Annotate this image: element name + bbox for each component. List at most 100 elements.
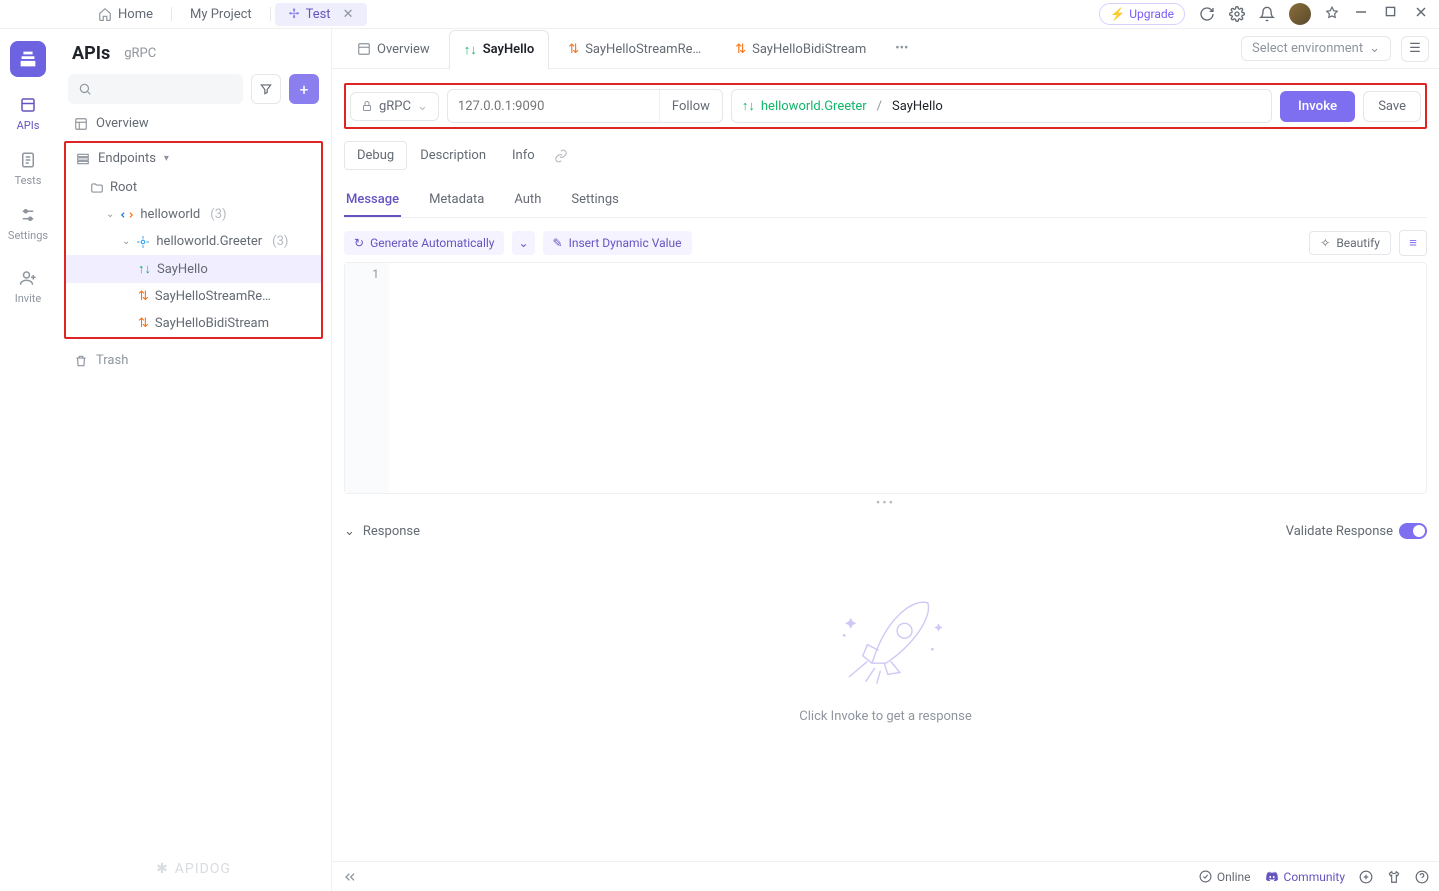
method-field[interactable]: ↑↓ helloworld.Greeter / SayHello xyxy=(731,89,1272,123)
tab-sayhellostream-label: SayHelloStreamRe… xyxy=(585,42,701,57)
overview-icon xyxy=(357,42,371,56)
tab-sayhello-label: SayHello xyxy=(483,42,535,57)
url-input[interactable] xyxy=(448,99,659,114)
subtab-settings[interactable]: Settings xyxy=(569,184,620,217)
refresh-icon[interactable] xyxy=(1199,6,1215,22)
wand-icon: ✎ xyxy=(553,236,563,250)
rail-apis[interactable]: APIs xyxy=(17,95,40,132)
wrap-button[interactable]: ≡ xyxy=(1399,230,1427,256)
subtab-auth[interactable]: Auth xyxy=(512,184,543,217)
separator: / xyxy=(877,99,882,114)
overview-row[interactable]: Overview xyxy=(64,104,323,139)
filter-button[interactable] xyxy=(251,74,281,104)
tab-test[interactable]: ✢ Test ✕ xyxy=(275,3,368,26)
url-field: Follow xyxy=(447,89,723,123)
tree-sayhello[interactable]: ↑↓ SayHello xyxy=(66,255,321,283)
link-icon[interactable] xyxy=(554,149,568,163)
rail-invite[interactable]: Invite xyxy=(15,268,42,305)
status-help[interactable] xyxy=(1415,870,1429,884)
maximize-icon[interactable] xyxy=(1385,6,1401,22)
status-community[interactable]: Community xyxy=(1265,870,1345,884)
chevron-down-icon: ⌄ xyxy=(106,209,114,220)
line-number: 1 xyxy=(345,267,379,281)
panel-subtitle: gRPC xyxy=(124,46,156,61)
unary-icon: ↑↓ xyxy=(464,42,477,58)
generate-button[interactable]: ↻ Generate Automatically xyxy=(344,231,504,255)
invite-icon xyxy=(18,268,38,288)
add-button[interactable]: + xyxy=(289,74,319,104)
tree-sayhellobidi[interactable]: ⇅ SayHelloBidiStream xyxy=(66,310,321,337)
editor-body[interactable] xyxy=(389,263,1426,493)
tab-overview-label: Overview xyxy=(377,42,430,57)
beautify-label: Beautify xyxy=(1336,236,1380,250)
sayhellostream-label: SayHelloStreamRe… xyxy=(155,289,271,304)
response-panel: ⌄ Response Validate Response xyxy=(344,517,1427,744)
status-plus[interactable] xyxy=(1359,870,1373,884)
avatar[interactable] xyxy=(1289,3,1311,25)
collapse-button[interactable] xyxy=(342,869,358,885)
tabs-more[interactable]: ••• xyxy=(885,41,918,56)
upgrade-button[interactable]: ⚡ Upgrade xyxy=(1099,3,1185,25)
resize-handle[interactable]: ••• xyxy=(332,496,1439,511)
brand-icon: ✱ xyxy=(156,861,169,877)
follow-button[interactable]: Follow xyxy=(659,90,722,122)
app-logo[interactable] xyxy=(10,41,46,77)
tab-project-label: My Project xyxy=(190,7,252,22)
trash-label: Trash xyxy=(96,353,128,368)
method-label: SayHello xyxy=(892,99,943,114)
count: (3) xyxy=(272,234,288,249)
tab-sayhellobidi[interactable]: ⇅ SayHelloBidiStream xyxy=(720,29,881,69)
refresh-icon: ↻ xyxy=(354,236,364,250)
tab-sayhellostream[interactable]: ⇅ SayHelloStreamRe… xyxy=(553,29,716,69)
filter-icon xyxy=(259,82,273,96)
subtab-message[interactable]: Message xyxy=(344,184,401,217)
subtab-metadata[interactable]: Metadata xyxy=(427,184,486,217)
tab-sayhello[interactable]: ↑↓ SayHello xyxy=(449,30,550,70)
close-icon[interactable]: ✕ xyxy=(343,7,354,22)
beautify-button[interactable]: ✧ Beautify xyxy=(1309,231,1391,255)
caret-down-icon: ▾ xyxy=(164,153,169,164)
sayhello-label: SayHello xyxy=(157,262,208,277)
insert-button[interactable]: ✎ Insert Dynamic Value xyxy=(543,231,692,255)
bolt-icon: ⚡ xyxy=(1110,7,1125,21)
pill-description[interactable]: Description xyxy=(407,141,499,170)
pin-icon[interactable] xyxy=(1325,6,1341,22)
tree-greeter[interactable]: ⌄ helloworld.Greeter (3) xyxy=(66,228,321,255)
rail-settings[interactable]: Settings xyxy=(8,205,48,242)
environment-select[interactable]: Select environment ⌄ xyxy=(1241,36,1391,61)
tab-overview[interactable]: Overview xyxy=(342,29,445,69)
tree-helloworld[interactable]: ⌄ helloworld (3) xyxy=(66,201,321,228)
editor-gutter: 1 xyxy=(345,263,389,493)
save-button[interactable]: Save xyxy=(1363,91,1421,122)
tree-root[interactable]: Root xyxy=(66,174,321,201)
bell-icon[interactable] xyxy=(1259,6,1275,22)
trash-row[interactable]: Trash xyxy=(64,345,323,376)
invoke-button[interactable]: Invoke xyxy=(1280,91,1355,122)
left-panel: APIs gRPC + Overv xyxy=(56,29,332,891)
status-online[interactable]: Online xyxy=(1199,870,1251,884)
tab-home[interactable]: Home xyxy=(84,3,167,26)
pill-info[interactable]: Info xyxy=(499,141,548,170)
plus-icon: + xyxy=(299,80,308,99)
chevron-down-icon[interactable]: ⌄ xyxy=(344,524,355,539)
minimize-icon[interactable] xyxy=(1355,6,1371,22)
tests-icon xyxy=(18,150,38,170)
plus-circle-icon xyxy=(1359,870,1373,884)
count: (3) xyxy=(210,207,226,222)
pill-debug[interactable]: Debug xyxy=(344,141,407,170)
close-icon[interactable] xyxy=(1415,6,1431,22)
tab-project[interactable]: My Project xyxy=(176,3,266,26)
menu-button[interactable]: ☰ xyxy=(1401,36,1429,62)
tree-sayhellostream[interactable]: ⇅ SayHelloStreamRe… xyxy=(66,283,321,310)
root-label: Root xyxy=(110,180,137,195)
protocol-select[interactable]: gRPC ⌄ xyxy=(350,92,439,121)
generate-dropdown[interactable]: ⌄ xyxy=(512,231,534,255)
lock-icon xyxy=(361,100,373,112)
gear-icon[interactable] xyxy=(1229,6,1245,22)
status-feedback[interactable] xyxy=(1387,870,1401,884)
message-editor[interactable]: 1 xyxy=(344,262,1427,494)
validate-toggle[interactable] xyxy=(1399,523,1427,539)
rail-tests[interactable]: Tests xyxy=(15,150,42,187)
search-input[interactable] xyxy=(68,74,243,104)
endpoints-header[interactable]: Endpoints ▾ xyxy=(66,143,321,174)
